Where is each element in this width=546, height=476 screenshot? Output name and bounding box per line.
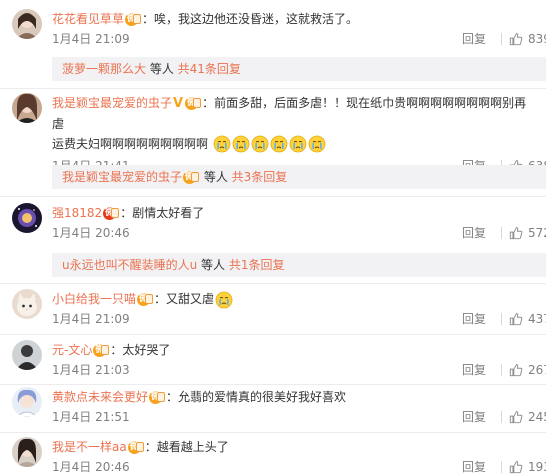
comment-item: 强18182微：剧情太好看了 1月4日 20:46 回复 572 xyxy=(0,203,546,243)
crying-face-icon xyxy=(251,135,269,153)
thumbs-up-icon xyxy=(509,33,523,46)
thumbs-up-icon xyxy=(509,461,523,474)
comment-text: ：太好哭了 xyxy=(110,343,171,357)
divider xyxy=(0,88,546,89)
like-button[interactable]: 193 xyxy=(509,457,546,476)
subreply-count[interactable]: 共41条回复 xyxy=(178,62,241,76)
crying-face-icon xyxy=(270,135,288,153)
subreply-count[interactable]: 共3条回复 xyxy=(232,170,288,184)
subreply-user[interactable]: 菠萝一颗那么大 xyxy=(62,62,146,76)
like-button[interactable]: 267 xyxy=(509,360,546,380)
divider xyxy=(501,33,502,45)
thumbs-up-icon xyxy=(509,411,523,424)
subreply-summary[interactable]: u永远也叫不醒装睡的人u 等人 共1条回复 xyxy=(52,253,546,277)
reply-button[interactable]: 回复 xyxy=(462,457,486,476)
member-badge-icon: 微 xyxy=(137,293,154,306)
like-count: 572 xyxy=(528,226,546,240)
vip-icon: V xyxy=(173,95,184,111)
member-badge-icon: 微 xyxy=(183,171,200,184)
like-count: 245 xyxy=(528,410,546,424)
username[interactable]: 花花看见草草 xyxy=(52,12,124,26)
member-badge-icon: 微 xyxy=(149,391,166,404)
divider xyxy=(501,461,502,473)
subreply-summary[interactable]: 我是颖宝最宠爱的虫子微 等人 共3条回复 xyxy=(52,165,546,189)
like-count: 267 xyxy=(528,363,546,377)
thumbs-up-icon xyxy=(509,364,523,377)
comment-time: 1月4日 20:46 xyxy=(52,460,130,474)
avatar[interactable] xyxy=(12,93,42,123)
crying-face-icon xyxy=(289,135,307,153)
comment-text: ：又甜又虐 xyxy=(154,292,215,306)
divider xyxy=(0,384,546,385)
like-count: 437 xyxy=(528,312,546,326)
avatar[interactable] xyxy=(12,9,42,39)
comment-item: 元-文心微：太好哭了 1月4日 21:03 回复 267 xyxy=(0,340,546,380)
like-button[interactable]: 572 xyxy=(509,223,546,243)
subreply-user[interactable]: u永远也叫不醒装睡的人u xyxy=(62,258,197,272)
username[interactable]: 黄款点未来会更好 xyxy=(52,390,148,404)
comment-time: 1月4日 21:03 xyxy=(52,363,130,377)
divider xyxy=(501,313,502,325)
divider xyxy=(501,411,502,423)
divider xyxy=(0,334,546,335)
comment-text: ：允翡的爱情真的很美好我好喜欢 xyxy=(166,390,347,404)
reply-button[interactable]: 回复 xyxy=(462,309,486,329)
subreply-summary[interactable]: 菠萝一颗那么大 等人 共41条回复 xyxy=(52,57,546,81)
avatar[interactable] xyxy=(12,387,42,417)
like-count: 193 xyxy=(528,460,546,474)
avatar[interactable] xyxy=(12,203,42,233)
username[interactable]: 我是不一样aa xyxy=(52,440,127,454)
crying-face-icon xyxy=(232,135,250,153)
like-button[interactable]: 245 xyxy=(509,407,546,427)
crying-face-icon xyxy=(213,135,231,153)
username[interactable]: 我是颖宝最宠爱的虫子 xyxy=(52,96,172,110)
crying-face-icon xyxy=(308,135,326,153)
divider xyxy=(0,196,546,197)
reply-button[interactable]: 回复 xyxy=(462,29,486,49)
like-button[interactable]: 839 xyxy=(509,29,546,49)
divider xyxy=(501,227,502,239)
comment-item: 我是颖宝最宠爱的虫子V 微：前面多甜，后面多虐！！现在纸巾贵啊啊啊啊啊啊啊啊别再虐… xyxy=(0,93,546,176)
avatar[interactable] xyxy=(12,289,42,319)
comment-item: 花花看见草草微：唉，我这边他还没昏迷，这就救活了。 1月4日 21:09 回复 … xyxy=(0,9,546,49)
member-badge-icon: 微 xyxy=(93,344,110,357)
username[interactable]: 元-文心 xyxy=(52,343,92,357)
comment-item: 黄款点未来会更好微：允翡的爱情真的很美好我好喜欢 1月4日 21:51 回复 2… xyxy=(0,387,546,427)
divider xyxy=(501,364,502,376)
divider xyxy=(0,283,546,284)
reply-button[interactable]: 回复 xyxy=(462,223,486,243)
avatar[interactable] xyxy=(12,437,42,467)
username[interactable]: 小白给我一只喵 xyxy=(52,292,136,306)
crying-face-icon xyxy=(215,291,233,308)
thumbs-up-icon xyxy=(509,227,523,240)
comment-text: ：越看越上头了 xyxy=(144,440,229,454)
like-button[interactable]: 437 xyxy=(509,309,546,329)
divider xyxy=(0,432,546,433)
reply-button[interactable]: 回复 xyxy=(462,360,486,380)
comment-item: 小白给我一只喵微：又甜又虐 1月4日 21:09 回复 437 xyxy=(0,289,546,329)
comment-text: ：剧情太好看了 xyxy=(120,206,205,220)
member-badge-icon: 微 xyxy=(185,97,202,110)
comment-item: 我是不一样aa微：越看越上头了 1月4日 20:46 回复 193 xyxy=(0,437,546,476)
member-badge-icon: 微 xyxy=(127,441,144,454)
subreply-count[interactable]: 共1条回复 xyxy=(229,258,285,272)
subreply-user[interactable]: 我是颖宝最宠爱的虫子 xyxy=(62,170,182,184)
comment-time: 1月4日 20:46 xyxy=(52,226,130,240)
avatar[interactable] xyxy=(12,340,42,370)
comment-time: 1月4日 21:51 xyxy=(52,410,130,424)
comment-time: 1月4日 21:09 xyxy=(52,312,130,326)
comment-time: 1月4日 21:09 xyxy=(52,32,130,46)
username[interactable]: 强18182 xyxy=(52,206,102,220)
member-badge-icon: 微 xyxy=(125,13,142,26)
like-count: 839 xyxy=(528,32,546,46)
comment-list: 花花看见草草微：唉，我这边他还没昏迷，这就救活了。 1月4日 21:09 回复 … xyxy=(0,0,546,476)
comment-text-continued: 运费夫妇啊啊啊啊啊啊啊啊啊 xyxy=(52,136,209,151)
thumbs-up-icon xyxy=(509,313,523,326)
member-badge-icon: 微 xyxy=(103,207,120,220)
reply-button[interactable]: 回复 xyxy=(462,407,486,427)
comment-text: ：唉，我这边他还没昏迷，这就救活了。 xyxy=(142,12,359,26)
